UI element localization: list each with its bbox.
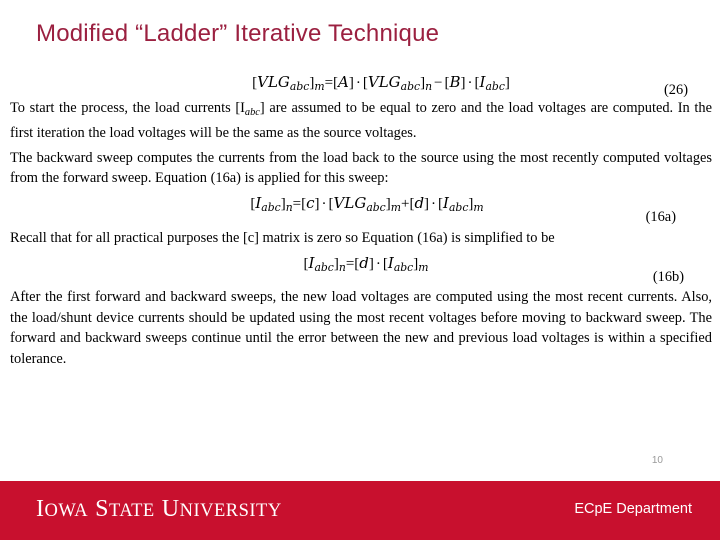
eq16b-dot1: ·	[375, 256, 381, 273]
logo-text-tate: TATE	[109, 501, 155, 521]
paragraph-start-process: To start the process, the load currents …	[10, 98, 712, 144]
eq26-t2-index: n	[425, 80, 433, 94]
logo-text-niversity: NIVERSITY	[179, 501, 282, 521]
eq26-t2-sub: abc	[400, 80, 421, 94]
equation-16b: [Iabc]n=[d] · [Iabc]m	[10, 251, 712, 274]
equation-row-16a: [Iabc]n=[c] · [VLGabc]m+[d] · [Iabc]m (16a)	[10, 191, 712, 225]
eq16a-lhs-sub: abc	[261, 200, 281, 214]
eq26-minus: −	[434, 75, 443, 91]
eq26-t4-close: ]	[504, 75, 510, 91]
eq26-dot1: ·	[355, 75, 361, 91]
equation-number-16a: (16a)	[645, 208, 676, 225]
paragraph-3-text-a: Recall that for all practical purposes t…	[10, 229, 248, 246]
eq26-dot2: ·	[467, 75, 473, 91]
logo-letter-u: U	[161, 496, 180, 522]
slide-canvas: Modified “Ladder” Iterative Technique [V…	[0, 0, 720, 540]
eq26-lhs-sub: abc	[289, 80, 310, 94]
equation-26: [VLGabc]m=[A] · [VLGabc]n − [B] · [Iabc]	[10, 68, 712, 93]
eq26-t4-sub: abc	[485, 80, 505, 94]
eq26-t1-var: A	[338, 73, 349, 91]
eq16a-t2-sub: abc	[366, 200, 386, 214]
eq16a-t4-index: m	[473, 200, 484, 214]
equation-number-26: (26)	[664, 82, 688, 98]
equation-row-26: [VLGabc]m=[A] · [VLGabc]n − [B] · [Iabc] (26)	[10, 68, 712, 98]
eq16a-t2-index: m	[390, 200, 401, 214]
eq16b-lhs-index: n	[338, 261, 346, 275]
eq16a-dot1: ·	[321, 195, 327, 212]
paragraph-1-text-a: To start the process, the load currents …	[10, 100, 241, 116]
department-label: ECpE Department	[574, 501, 692, 517]
logo-text-owa: OWA	[44, 501, 89, 521]
iowa-state-university-logo: IOWA STATE UNIVERSITY	[36, 497, 282, 521]
eq26-t3-var: B	[449, 73, 461, 91]
eq16b-lhs-sub: abc	[314, 261, 334, 275]
eq16a-lhs-index: n	[285, 200, 293, 214]
paragraph-backward-sweep: The backward sweep computes the currents…	[10, 149, 712, 187]
eq16a-t1-var: c	[306, 193, 315, 212]
eq26-t3-close: ]	[460, 75, 466, 91]
eq16b-t2-index: m	[418, 261, 429, 275]
eq16a-t3-var: d	[414, 193, 425, 212]
eq16a-equals: =	[292, 195, 302, 212]
eq26-t2-var: VLG	[367, 73, 401, 91]
eq16b-t2-sub: abc	[393, 261, 414, 275]
equation-row-16b: [Iabc]n=[d] · [Iabc]m (16b)	[10, 251, 712, 285]
eq26-lhs-var: VLG	[257, 73, 290, 91]
logo-letter-i: I	[36, 496, 45, 522]
equation-number-16b: (16b)	[652, 269, 684, 286]
eq16a-t1-close: ]	[314, 195, 320, 212]
logo-letter-s: S	[95, 496, 109, 522]
eq26-equals: =	[324, 75, 334, 91]
paragraph-1-sub: abc	[244, 106, 260, 118]
paragraph-3-text-b: ] matrix is zero so Equation (16a) is si…	[254, 229, 555, 246]
eq16b-t1-var: d	[359, 254, 369, 273]
eq16a-t4-sub: abc	[448, 200, 469, 214]
footer-bar: IOWA STATE UNIVERSITY ECpE Department	[0, 481, 720, 540]
page-number: 10	[651, 455, 663, 466]
paragraph-iteration-convergence: After the first forward and backward swe…	[10, 289, 712, 367]
eq16a-t2-var: VLG	[333, 193, 367, 212]
page-title: Modified “Ladder” Iterative Technique	[36, 20, 440, 47]
eq26-lhs-index: m	[314, 80, 325, 94]
eq16a-dot2: ·	[431, 195, 437, 212]
equation-16a: [Iabc]n=[c] · [VLGabc]m+[d] · [Iabc]m	[10, 191, 712, 214]
eq16b-equals: =	[345, 256, 355, 273]
slide-content-body: [VLGabc]m=[A] · [VLGabc]n − [B] · [Iabc] (26) …	[10, 68, 712, 369]
paragraph-recall-c-matrix: Recall that for all practical purposes t…	[10, 228, 712, 249]
